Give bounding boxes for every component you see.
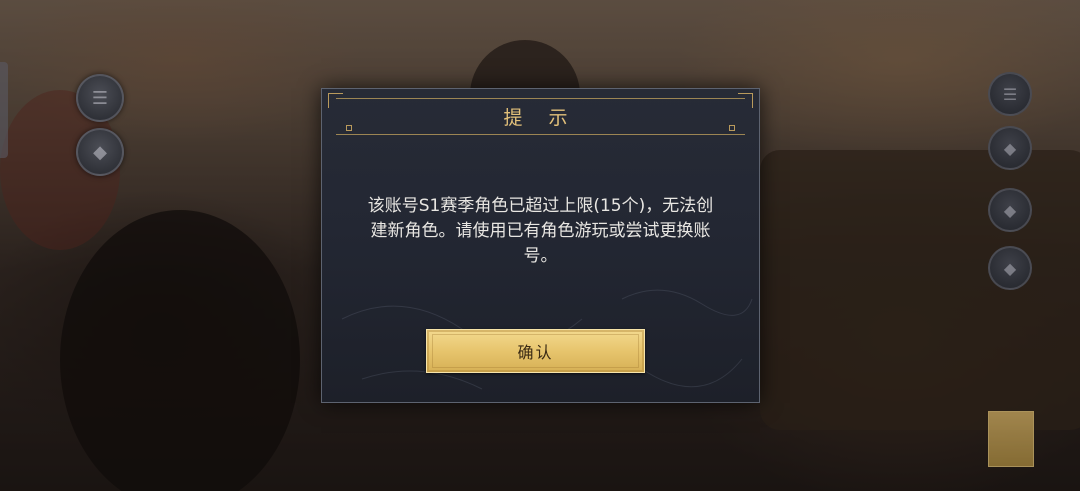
right-menu-button[interactable]: ☰	[988, 72, 1032, 116]
right-action-button-1[interactable]: ◆	[988, 126, 1032, 170]
confirm-button-label: 确认	[517, 343, 554, 362]
round-menu-icon: ☰	[91, 87, 109, 109]
round-menu-icon: ☰	[1002, 84, 1018, 104]
left-menu-button[interactable]: ☰	[76, 74, 124, 122]
round-action-icon: ◆	[1003, 258, 1017, 278]
dialog-header: 提 示	[328, 93, 753, 135]
corner-gold-button[interactable]	[988, 411, 1034, 467]
round-action-icon: ◆	[93, 141, 107, 163]
dialog-message: 该账号S1赛季角色已超过上限(15个)，无法创建新角色。请使用已有角色游玩或尝试…	[367, 196, 714, 266]
round-action-icon: ◆	[1003, 200, 1017, 220]
right-action-button-2[interactable]: ◆	[988, 188, 1032, 232]
left-edge-handle[interactable]	[0, 62, 8, 158]
right-action-button-3[interactable]: ◆	[988, 246, 1032, 290]
left-action-button[interactable]: ◆	[76, 128, 124, 176]
notice-dialog: 提 示 该账号S1赛季角色已超过上限(15个)，无法创建新角色。请使用已有角色游…	[321, 88, 760, 403]
confirm-button[interactable]: 确认	[426, 329, 645, 373]
dialog-title: 提 示	[503, 107, 578, 129]
round-action-icon: ◆	[1003, 138, 1017, 158]
